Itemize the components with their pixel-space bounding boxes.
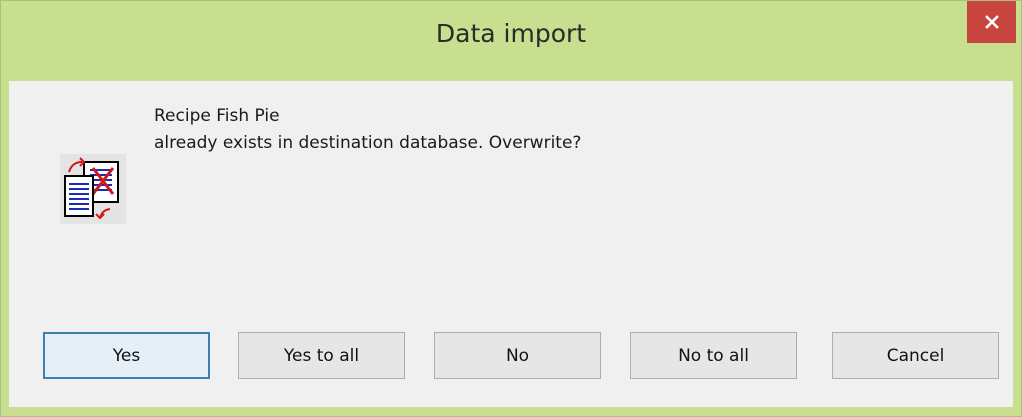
dialog-window: Data import Recipe Fish Pie already exis…	[0, 0, 1022, 417]
close-button[interactable]	[967, 1, 1016, 43]
no-button[interactable]: No	[434, 332, 601, 379]
yes-to-all-button[interactable]: Yes to all	[238, 332, 405, 379]
cancel-button[interactable]: Cancel	[832, 332, 999, 379]
no-to-all-button[interactable]: No to all	[630, 332, 797, 379]
window-title: Data import	[435, 19, 587, 48]
dialog-message: Recipe Fish Pie already exists in destin…	[154, 103, 581, 157]
message-line-recipe: Recipe Fish Pie	[154, 106, 280, 126]
title-bar[interactable]: Data import	[1, 1, 1021, 81]
message-line-question: already exists in destination database. …	[154, 133, 582, 153]
database-import-icon	[60, 154, 126, 224]
dialog-body: Recipe Fish Pie already exists in destin…	[9, 81, 1013, 407]
close-icon	[984, 15, 999, 29]
yes-button[interactable]: Yes	[43, 332, 210, 379]
